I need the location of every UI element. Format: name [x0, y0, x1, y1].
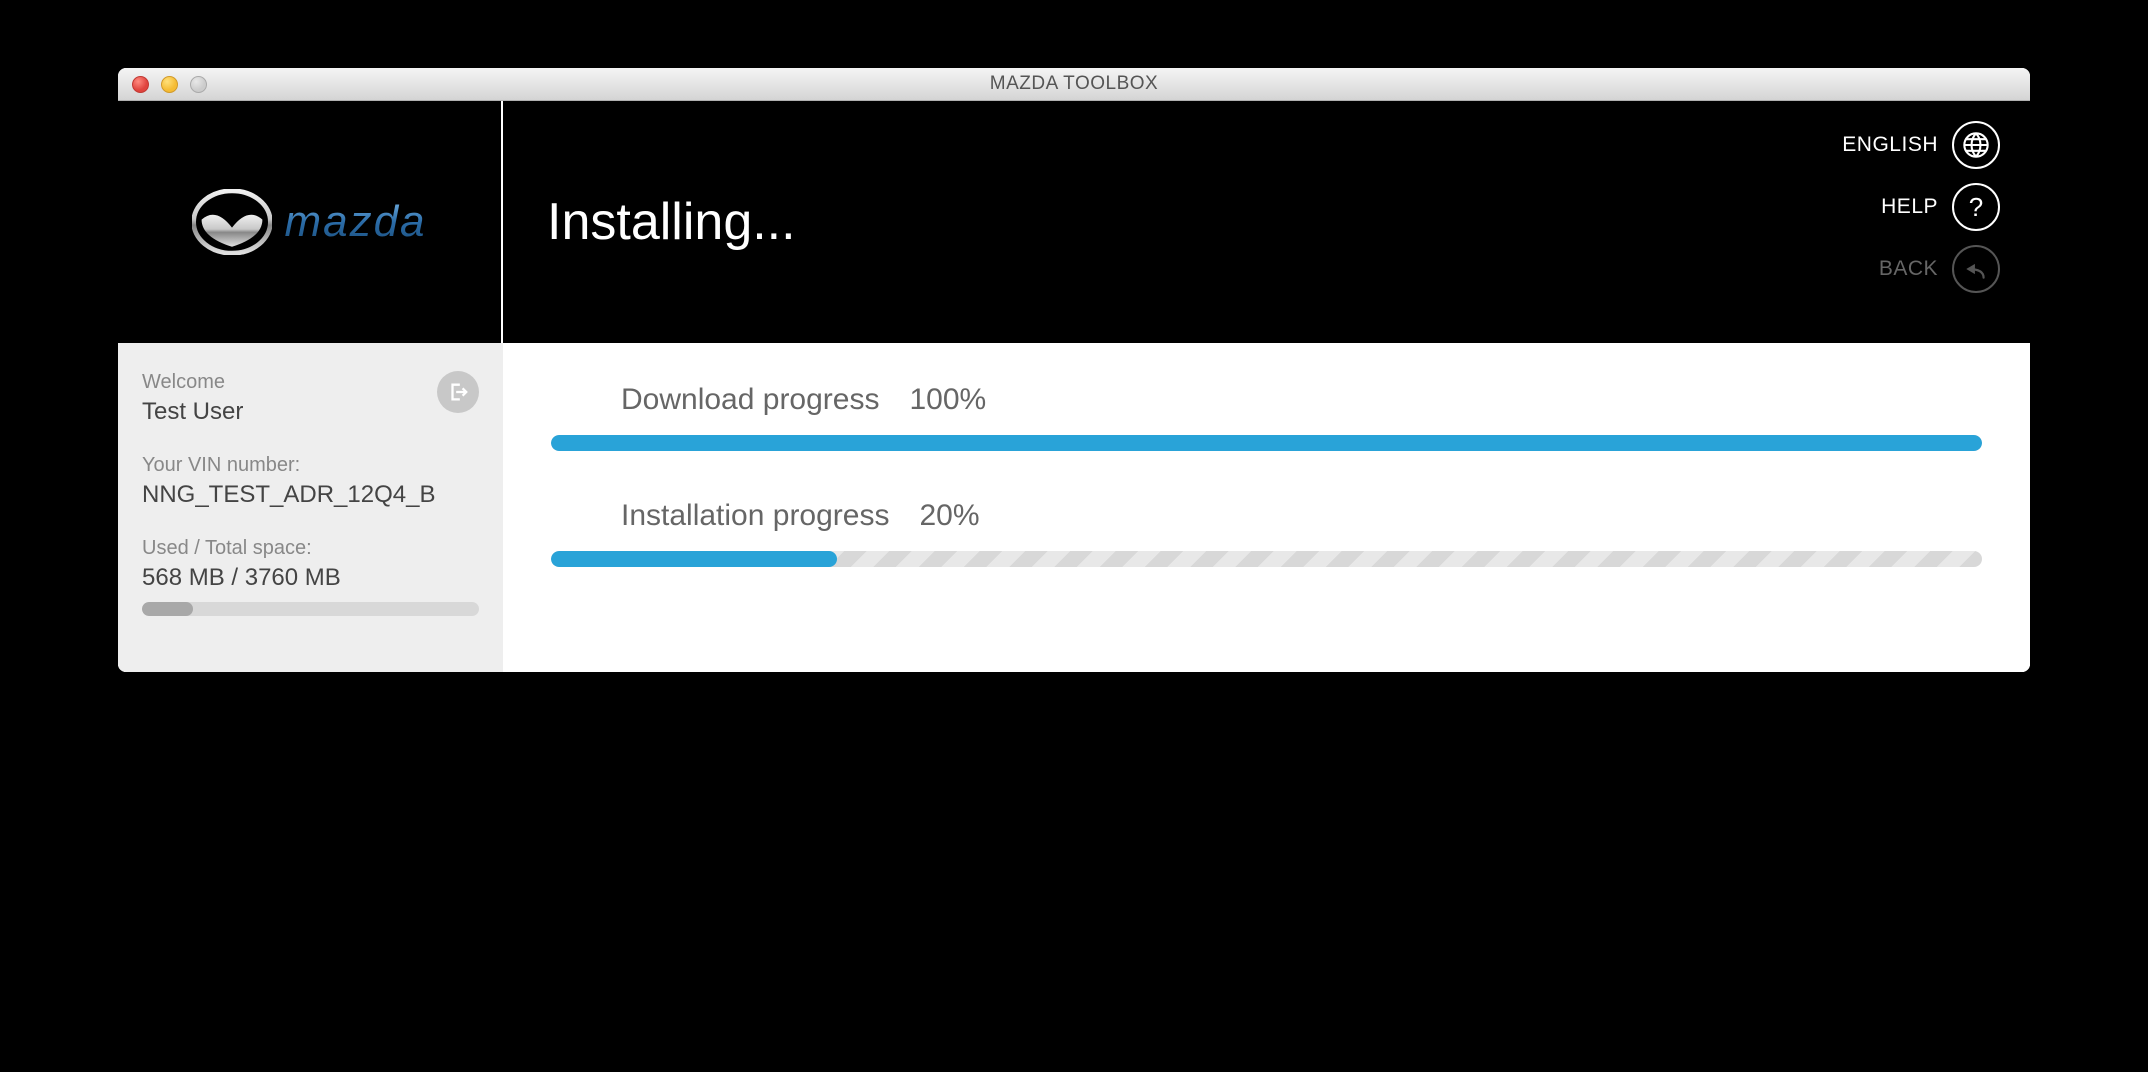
download-progress-fill	[551, 435, 1982, 451]
app-content: mazda Installing... ENGLISH	[118, 101, 2030, 672]
traffic-lights	[118, 76, 207, 93]
space-value: 568 MB / 3760 MB	[142, 564, 479, 592]
download-progress-section: Download progress 100%	[551, 383, 1982, 451]
storage-fill	[142, 602, 193, 616]
titlebar: MAZDA TOOLBOX	[118, 68, 2030, 101]
main-panel: Download progress 100% Installation prog…	[503, 343, 2030, 672]
language-button[interactable]: ENGLISH	[1842, 121, 2000, 169]
download-progress-percent: 100%	[909, 383, 986, 417]
install-progress-section: Installation progress 20%	[551, 499, 1982, 567]
logout-button[interactable]	[437, 371, 479, 413]
sidebar-space: Used / Total space: 568 MB / 3760 MB	[142, 537, 479, 616]
install-progress-header: Installation progress 20%	[551, 499, 1982, 533]
logout-icon	[447, 381, 469, 403]
install-progress-bar	[551, 551, 1982, 567]
mazda-logo: mazda	[192, 189, 426, 255]
mazda-wordmark: mazda	[284, 197, 426, 247]
globe-icon	[1952, 121, 2000, 169]
window-title: MAZDA TOOLBOX	[118, 73, 2030, 95]
download-progress-label: Download progress	[621, 383, 879, 417]
help-button[interactable]: HELP ?	[1881, 183, 2000, 231]
sidebar-welcome: Welcome Test User	[142, 371, 479, 426]
mazda-emblem-icon	[192, 189, 272, 255]
page-title: Installing...	[547, 192, 796, 252]
logo-area: mazda	[118, 101, 503, 343]
back-label: BACK	[1879, 257, 1938, 281]
close-window-button[interactable]	[132, 76, 149, 93]
reply-arrow-icon	[1952, 245, 2000, 293]
header-band: mazda Installing... ENGLISH	[118, 101, 2030, 343]
welcome-label: Welcome	[142, 371, 243, 394]
install-progress-label: Installation progress	[621, 499, 889, 533]
help-label: HELP	[1881, 195, 1938, 219]
install-progress-fill	[551, 551, 837, 567]
vin-label: Your VIN number:	[142, 454, 479, 477]
sidebar: Welcome Test User Your VIN number: NNG_T…	[118, 343, 503, 672]
minimize-window-button[interactable]	[161, 76, 178, 93]
lower-content: Welcome Test User Your VIN number: NNG_T…	[118, 343, 2030, 672]
download-progress-bar	[551, 435, 1982, 451]
download-progress-header: Download progress 100%	[551, 383, 1982, 417]
header-main: Installing... ENGLISH HELP	[503, 101, 2030, 343]
language-label: ENGLISH	[1842, 133, 1938, 157]
question-icon: ?	[1952, 183, 2000, 231]
storage-bar	[142, 602, 479, 616]
app-window: MAZDA TOOLBOX	[118, 68, 2030, 672]
install-progress-percent: 20%	[919, 499, 979, 533]
user-name: Test User	[142, 398, 243, 426]
header-actions: ENGLISH HELP ?	[1842, 121, 2000, 293]
sidebar-vin: Your VIN number: NNG_TEST_ADR_12Q4_B	[142, 454, 479, 509]
maximize-window-button[interactable]	[190, 76, 207, 93]
back-button: BACK	[1879, 245, 2000, 293]
space-label: Used / Total space:	[142, 537, 479, 560]
vin-value: NNG_TEST_ADR_12Q4_B	[142, 481, 479, 509]
